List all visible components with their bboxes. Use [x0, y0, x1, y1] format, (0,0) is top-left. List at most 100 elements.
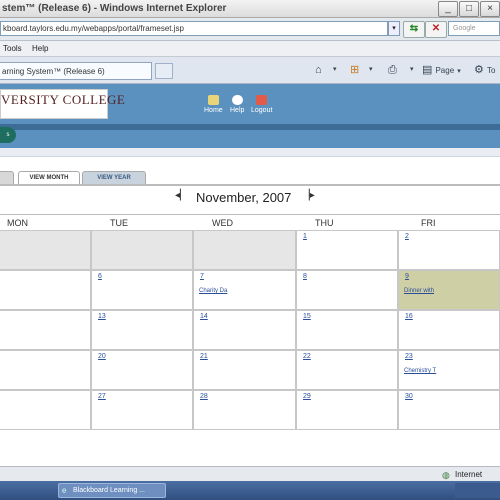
home-nav-icon	[207, 95, 219, 105]
home-dropdown-icon[interactable]: ▾	[333, 62, 337, 78]
window-titlebar: stem™ (Release 6) - Windows Internet Exp…	[0, 0, 500, 18]
day-number-link[interactable]: 7	[200, 273, 204, 280]
event-link[interactable]: Dinner with	[404, 288, 434, 294]
minimize-button[interactable]: _	[438, 1, 458, 17]
feeds-icon[interactable]: ⊞	[350, 62, 359, 78]
day-number-link[interactable]: 30	[405, 393, 413, 400]
home-icon[interactable]: ⌂	[315, 62, 322, 78]
ie-icon: e	[62, 486, 67, 495]
tools-label: To	[486, 66, 496, 75]
window-title: stem™ (Release 6) - Windows Internet Exp…	[2, 3, 227, 14]
view-month-tab[interactable]: VIEW MONTH	[18, 171, 80, 185]
globe-icon: ◍	[442, 470, 450, 480]
calendar-cell[interactable]	[91, 230, 193, 270]
day-number-link[interactable]: 1	[303, 233, 307, 240]
calendar-cell[interactable]: 27	[91, 390, 193, 430]
college-logo: VERSITY COLLEGE	[0, 89, 125, 119]
calendar-cell[interactable]: 22	[296, 350, 398, 390]
gear-icon: ⚙	[474, 64, 484, 76]
menu-help[interactable]: Help	[32, 44, 48, 53]
search-placeholder: Google	[453, 25, 476, 32]
address-field[interactable]: kboard.taylors.edu.my/webapps/portal/fra…	[0, 21, 388, 36]
browser-tab-active[interactable]: arning System™ (Release 6)	[0, 62, 152, 80]
calendar-cell[interactable]: 29	[296, 390, 398, 430]
view-year-tab[interactable]: VIEW YEAR	[82, 171, 146, 185]
event-link[interactable]: Charity Da	[199, 288, 227, 294]
address-dropdown-icon[interactable]: ▾	[388, 21, 400, 36]
calendar-cell[interactable]: 23 Chemistry T	[398, 350, 500, 390]
page-menu[interactable]: ▤ Page ▾	[422, 62, 461, 78]
stop-icon[interactable]: ✕	[425, 21, 447, 38]
view-day-tab[interactable]	[0, 171, 14, 185]
calendar-cell[interactable]: 30	[398, 390, 500, 430]
portal-header: VERSITY COLLEGE Home Help Logout s	[0, 84, 500, 148]
logout-nav-icon	[256, 95, 268, 105]
calendar-cell[interactable]: 7 Charity Da	[193, 270, 296, 310]
courses-tab[interactable]: s	[0, 127, 16, 143]
calendar-cell[interactable]: 9 Dinner with	[398, 270, 500, 310]
day-number-link[interactable]: 2	[405, 233, 409, 240]
page-icon: ▤	[422, 64, 433, 76]
status-zone: Internet	[455, 470, 483, 479]
calendar-cell[interactable]: 28	[193, 390, 296, 430]
calendar-cell[interactable]: 14	[193, 310, 296, 350]
header-help-link[interactable]: Help	[230, 95, 244, 114]
calendar-cell[interactable]	[0, 310, 91, 350]
menu-bar: Tools Help	[0, 41, 500, 57]
day-number-link[interactable]: 15	[303, 313, 311, 320]
tools-menu[interactable]: ⚙ To	[474, 62, 495, 78]
search-input[interactable]: Google	[448, 21, 500, 36]
calendar-cell[interactable]: 13	[91, 310, 193, 350]
day-number-link[interactable]: 20	[98, 353, 106, 360]
taskbar-ie-item[interactable]: e Blackboard Learning ...	[58, 483, 166, 498]
new-tab-button[interactable]	[155, 63, 173, 79]
page-label: Page	[435, 66, 455, 75]
close-window-button[interactable]: ×	[480, 1, 500, 17]
day-number-link[interactable]: 29	[303, 393, 311, 400]
status-bar: ◍ Internet	[0, 466, 500, 482]
day-number-link[interactable]: 9	[405, 273, 409, 280]
view-tab-underline	[0, 184, 500, 186]
feeds-dropdown-icon[interactable]: ▾	[369, 62, 373, 78]
calendar-cell[interactable]: 8	[296, 270, 398, 310]
view-year-label: VIEW YEAR	[97, 175, 131, 181]
day-number-link[interactable]: 23	[405, 353, 413, 360]
next-month-icon[interactable]: ▕▸	[302, 190, 315, 201]
print-icon[interactable]: ⎙	[388, 62, 397, 78]
day-number-link[interactable]: 13	[98, 313, 106, 320]
day-number-link[interactable]: 27	[98, 393, 106, 400]
print-dropdown-icon[interactable]: ▾	[410, 62, 414, 78]
calendar-cell[interactable]	[0, 390, 91, 430]
calendar-cell[interactable]	[0, 350, 91, 390]
month-title: November, 2007	[196, 190, 292, 205]
header-home-link[interactable]: Home	[204, 95, 223, 114]
day-number-link[interactable]: 16	[405, 313, 413, 320]
day-header-line	[0, 214, 500, 215]
calendar-cell[interactable]: 6	[91, 270, 193, 310]
header-logout-link[interactable]: Logout	[251, 95, 272, 114]
calendar-cell[interactable]	[0, 230, 91, 270]
taskbar: e Blackboard Learning ...	[0, 481, 500, 500]
day-number-link[interactable]: 8	[303, 273, 307, 280]
logout-nav-label: Logout	[251, 107, 273, 114]
calendar-cell[interactable]	[0, 270, 91, 310]
calendar-cell[interactable]: 15	[296, 310, 398, 350]
day-number-link[interactable]: 22	[303, 353, 311, 360]
day-number-link[interactable]: 6	[98, 273, 102, 280]
calendar-cell[interactable]: 21	[193, 350, 296, 390]
tab-label: arning System™ (Release 6)	[2, 67, 105, 76]
menu-tools[interactable]: Tools	[3, 44, 22, 53]
help-nav-icon	[231, 95, 243, 105]
calendar-cell[interactable]: 2	[398, 230, 500, 270]
day-number-link[interactable]: 28	[200, 393, 208, 400]
calendar-cell[interactable]	[193, 230, 296, 270]
previous-month-icon[interactable]: ◂▏	[175, 190, 188, 201]
calendar-cell[interactable]: 20	[91, 350, 193, 390]
maximize-button[interactable]: □	[459, 1, 479, 17]
day-number-link[interactable]: 21	[200, 353, 208, 360]
refresh-icon[interactable]: ⇆	[403, 21, 425, 38]
day-number-link[interactable]: 14	[200, 313, 208, 320]
calendar-cell[interactable]: 16	[398, 310, 500, 350]
event-link[interactable]: Chemistry T	[404, 368, 436, 374]
calendar-cell[interactable]: 1	[296, 230, 398, 270]
